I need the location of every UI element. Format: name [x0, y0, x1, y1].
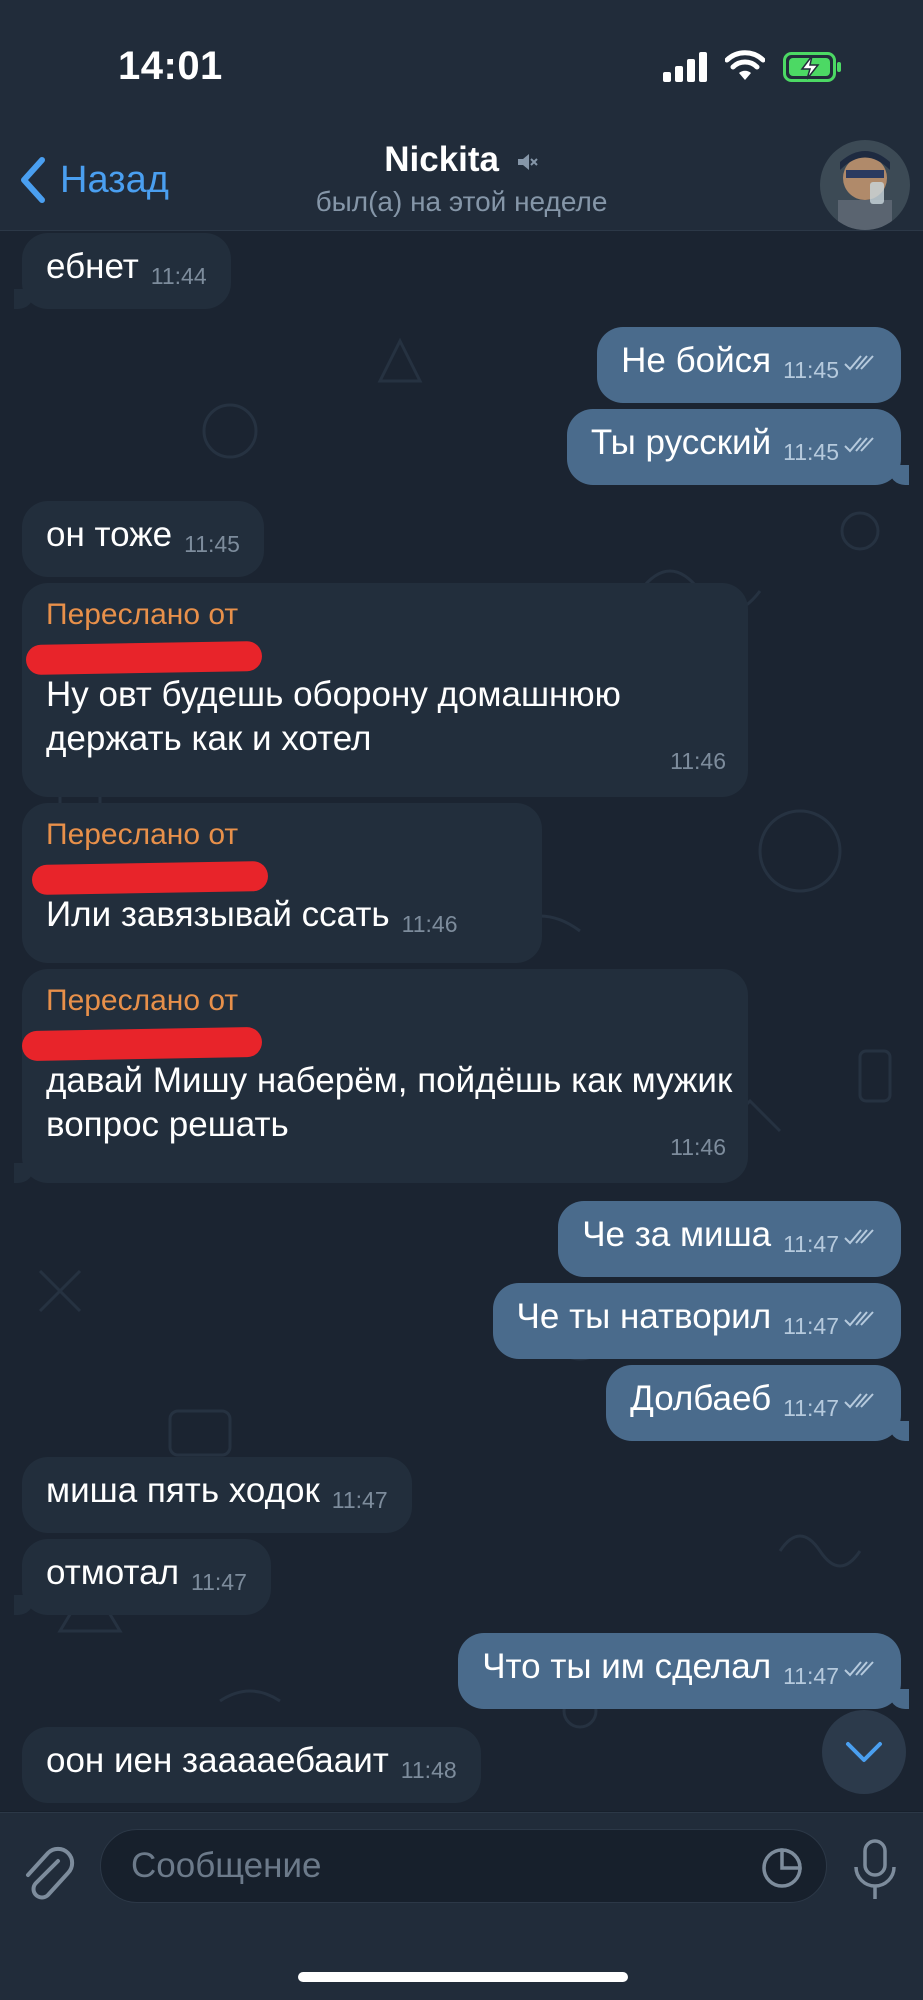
read-checks-icon	[844, 1393, 874, 1409]
read-checks-icon	[844, 1311, 874, 1327]
message-time: 11:45	[783, 439, 839, 465]
forwarded-label: Переслано от	[46, 598, 239, 631]
forwarded-label: Переслано от	[46, 984, 239, 1017]
message-text: Че ты натворил	[516, 1297, 772, 1336]
message-outgoing[interactable]: Что ты им сделал 11:47	[458, 1633, 909, 1709]
read-checks-icon	[844, 1229, 874, 1245]
chat-header: 14:01 Назад Nickita был(а) на этой недел…	[0, 0, 923, 231]
read-checks-icon	[844, 437, 874, 453]
forwarded-label: Переслано от	[46, 818, 239, 851]
message-text: миша пять ходок	[46, 1471, 320, 1510]
message-time: 11:47	[331, 1487, 388, 1513]
message-incoming[interactable]: он тоже 11:45	[22, 501, 264, 577]
message-text: он тоже	[46, 515, 173, 554]
message-outgoing[interactable]: Не бойся 11:45	[597, 327, 901, 403]
message-forwarded[interactable]: Переслано от давай Мишу наберём, пойдёшь…	[14, 969, 748, 1183]
microphone-icon[interactable]	[850, 1837, 900, 1903]
message-input[interactable]: Сообщение	[100, 1829, 827, 1903]
chevron-down-icon	[846, 1742, 882, 1762]
message-time: 11:47	[783, 1313, 839, 1339]
read-checks-icon	[844, 1661, 874, 1677]
message-text: Или завязывай ссать	[46, 895, 390, 934]
message-text: оон иен зааааебааит	[46, 1741, 389, 1780]
redacted-sender	[31, 860, 269, 896]
message-time: 11:48	[400, 1757, 457, 1783]
message-text: Долбаеб	[630, 1379, 772, 1418]
message-forwarded[interactable]: Переслано от Ну овт будешь оборону домаш…	[22, 583, 748, 797]
message-time: 11:47	[783, 1663, 839, 1689]
mute-icon	[517, 153, 538, 170]
last-seen-status: был(а) на этой неделе	[315, 186, 608, 217]
scroll-to-bottom-button[interactable]	[822, 1710, 906, 1794]
message-time: 11:47	[783, 1395, 839, 1421]
message-text: Не бойся	[621, 341, 772, 380]
home-indicator[interactable]	[298, 1972, 628, 1982]
status-time: 14:01	[118, 44, 223, 88]
chat-title[interactable]: Nickita	[0, 140, 923, 180]
message-time: 11:44	[150, 263, 207, 289]
paperclip-icon[interactable]	[20, 1843, 76, 1903]
contact-name: Nickita	[384, 140, 500, 179]
message-text: ебнет	[46, 247, 139, 286]
read-checks-icon	[844, 355, 874, 371]
message-text: Что ты им сделал	[482, 1647, 772, 1686]
message-text: отмотал	[46, 1553, 180, 1592]
message-time: 11:46	[670, 1134, 726, 1160]
message-text: Ну овт будешь оборону домашнюю держать к…	[46, 675, 621, 758]
message-outgoing[interactable]: Ты русский 11:45	[566, 409, 909, 485]
message-outgoing[interactable]: Че ты натворил 11:47	[492, 1283, 901, 1359]
message-incoming[interactable]: миша пять ходок 11:47	[22, 1457, 412, 1533]
message-list[interactable]: ебнет 11:44 Не бойся 11:45 Ты русский 11:45…	[0, 231, 923, 1811]
message-text: Ты русский	[590, 423, 772, 462]
message-time: 11:47	[191, 1569, 247, 1595]
message-text: давай Мишу наберём, пойдёшь как мужик во…	[46, 1061, 733, 1144]
message-time: 11:46	[401, 911, 458, 937]
message-time: 11:45	[783, 357, 839, 383]
message-outgoing[interactable]: Че за миша 11:47	[558, 1201, 901, 1277]
battery-charging-icon	[783, 52, 841, 82]
avatar[interactable]	[820, 140, 910, 230]
message-outgoing[interactable]: Долбаеб 11:47	[606, 1365, 909, 1441]
redacted-sender	[21, 1026, 263, 1062]
wifi-icon	[725, 50, 765, 80]
message-incoming[interactable]: ебнет 11:44	[14, 233, 231, 309]
sticker-icon[interactable]	[760, 1846, 804, 1890]
chat-screen: 14:01 Назад Nickita был(а) на этой недел…	[0, 0, 923, 2000]
message-forwarded[interactable]: Переслано от Или завязывай ссать 11:46	[22, 803, 542, 963]
signal-icon	[663, 52, 713, 82]
message-time: 11:45	[184, 531, 240, 557]
redacted-sender	[25, 640, 263, 676]
message-incoming[interactable]: отмотал 11:47	[14, 1539, 271, 1615]
message-time: 11:46	[670, 748, 726, 774]
message-incoming[interactable]: оон иен зааааебааит 11:48	[22, 1727, 481, 1803]
message-input-placeholder: Сообщение	[131, 1846, 322, 1885]
message-text: Че за миша	[582, 1215, 772, 1254]
message-time: 11:47	[783, 1231, 839, 1257]
